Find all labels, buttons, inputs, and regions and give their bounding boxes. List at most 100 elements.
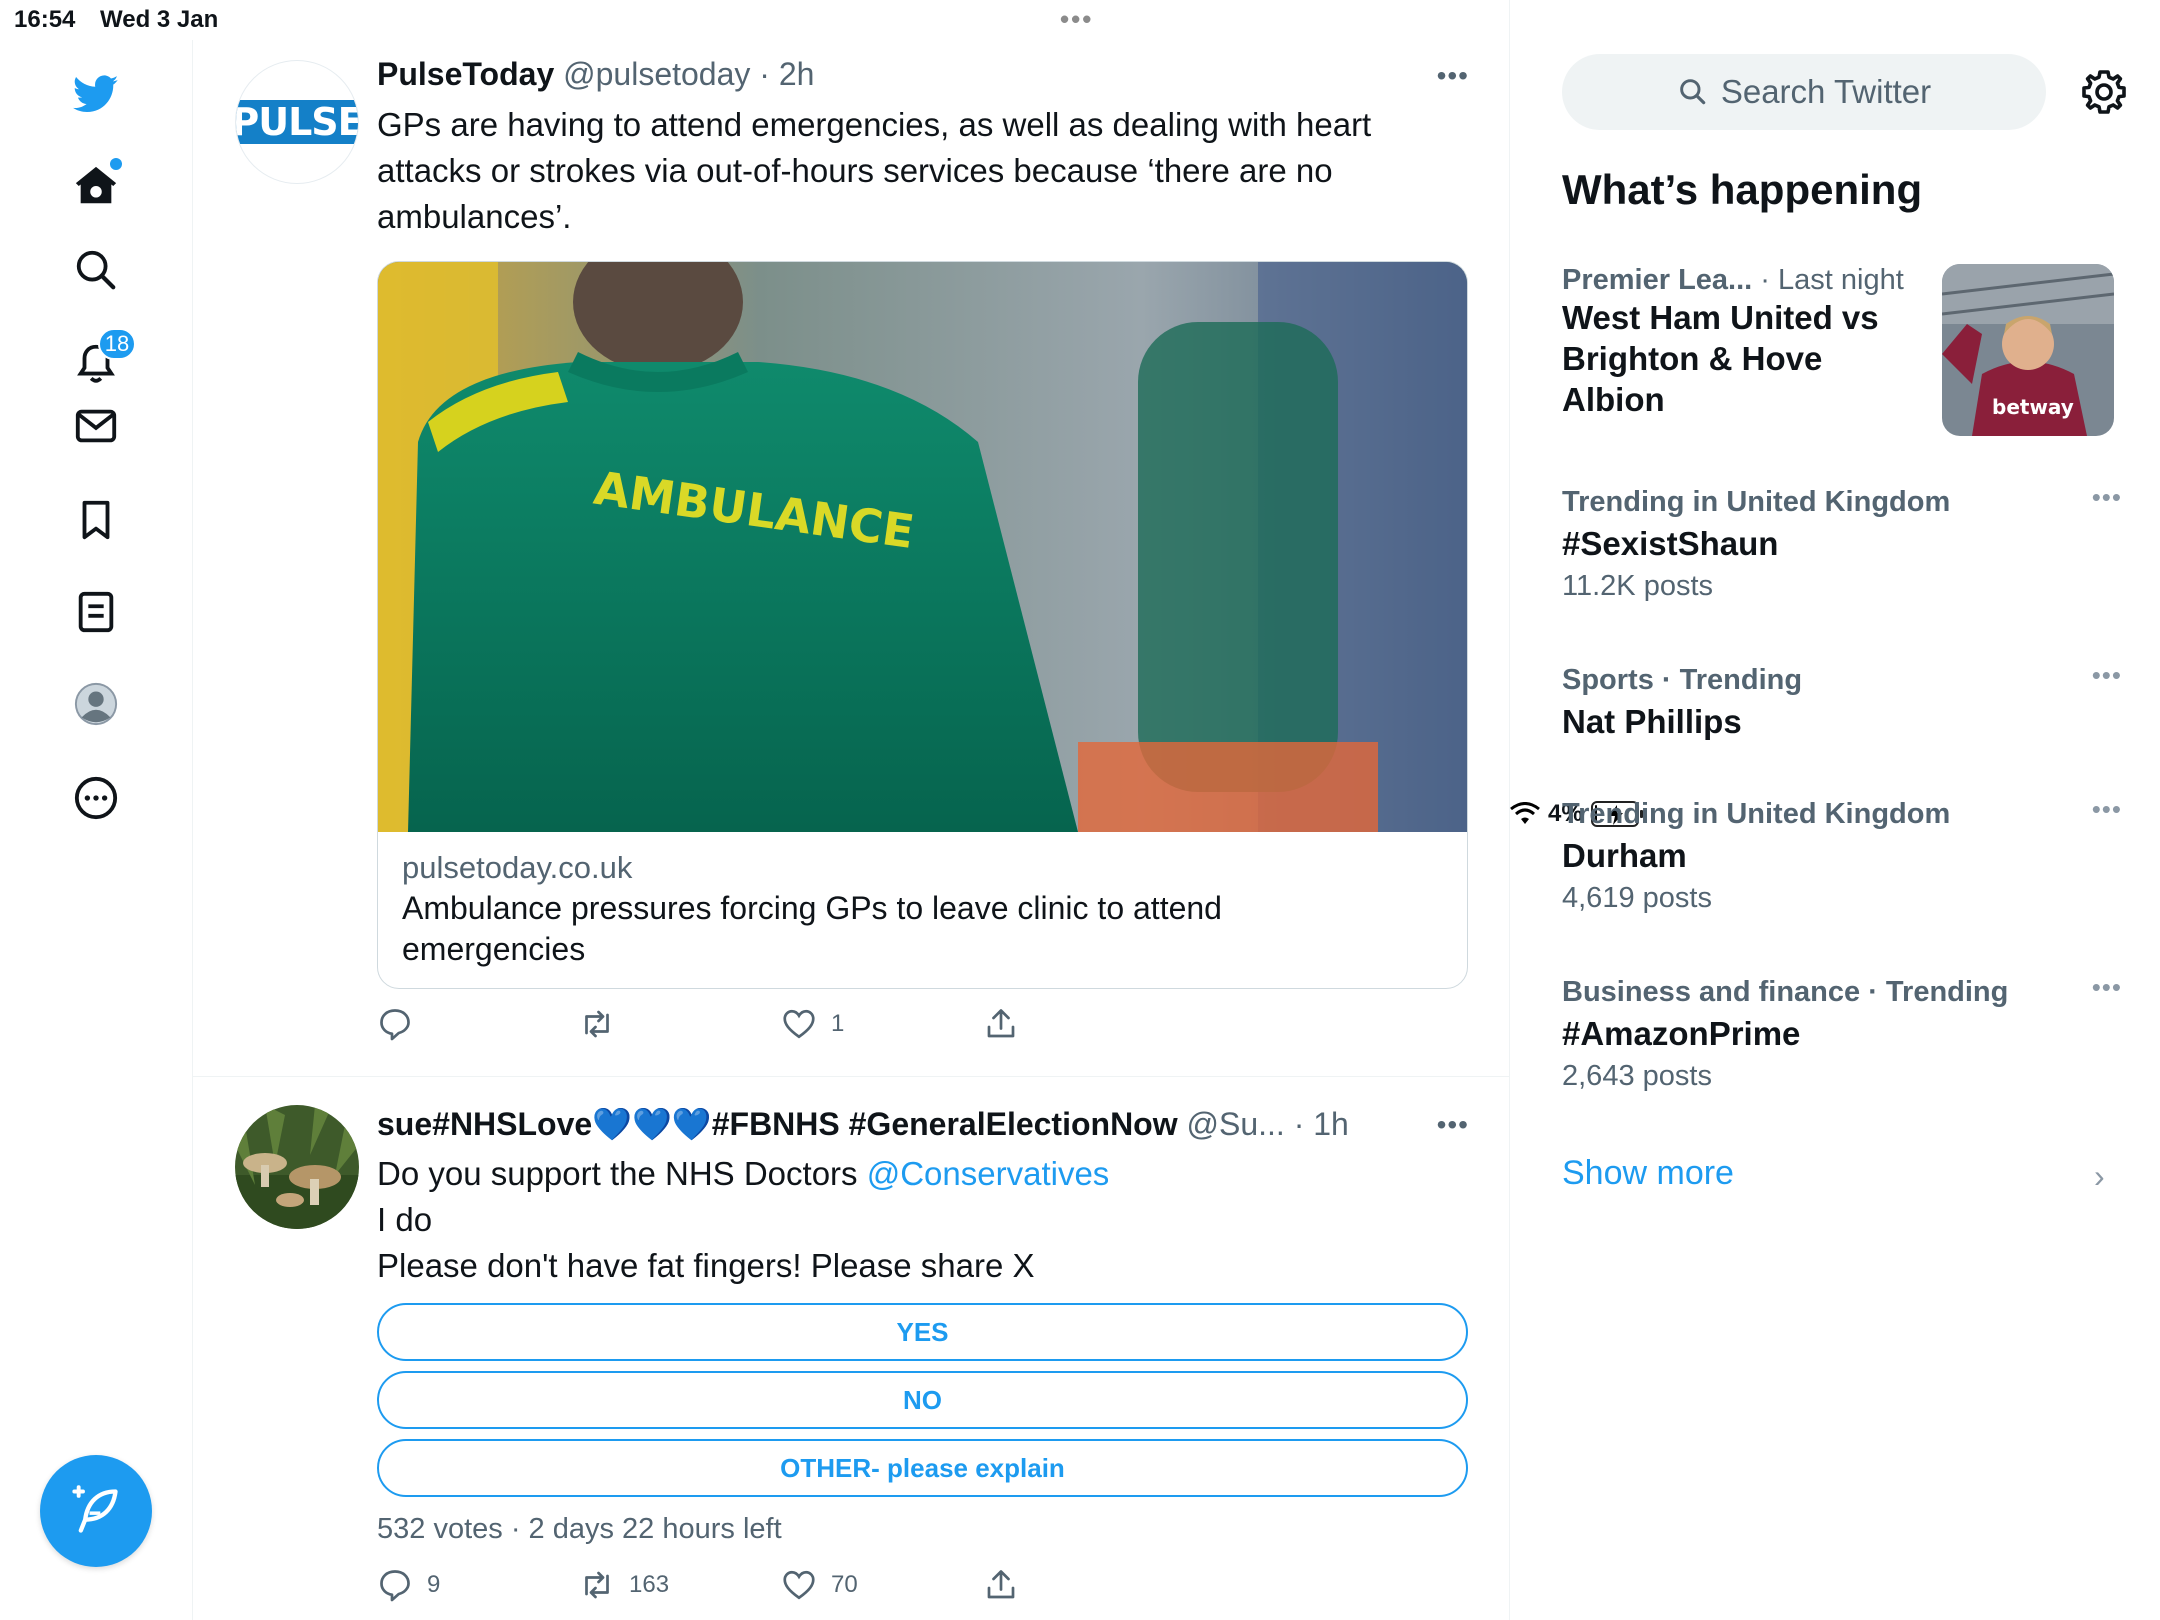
tweet-text-line: Please don't have fat fingers! Please sh…	[377, 1247, 1035, 1284]
tweet-text-line: ambulances’.	[377, 198, 572, 235]
retweet-button[interactable]	[579, 1006, 781, 1042]
notifications-bell-icon[interactable]: 18	[66, 328, 136, 394]
trend-more-icon[interactable]: •••	[2092, 482, 2122, 513]
trend-title: Durham	[1562, 837, 1687, 874]
author-handle[interactable]: @Su...	[1187, 1106, 1285, 1142]
heart-icon	[783, 1570, 815, 1600]
compose-tweet-button[interactable]	[40, 1455, 152, 1567]
author-name[interactable]: PulseToday	[377, 56, 554, 92]
trend-more-icon[interactable]: •••	[2092, 660, 2122, 691]
trend-item[interactable]: Trending in United Kingdom #SexistShaun …	[1562, 482, 2122, 603]
trend-item[interactable]: Trending in United Kingdom Durham 4,619 …	[1562, 794, 2122, 915]
share-icon	[987, 1570, 1015, 1599]
trend-more-icon[interactable]: •••	[2092, 972, 2122, 1003]
notifications-badge: 18	[98, 328, 136, 360]
more-options-icon[interactable]	[66, 768, 126, 828]
avatar[interactable]	[235, 1105, 359, 1229]
mention-link[interactable]: @Conservatives	[867, 1155, 1110, 1192]
trend-context: Trending in United Kingdom	[1562, 486, 1951, 518]
retweet-icon	[585, 1571, 609, 1599]
trend-item[interactable]: Sports · Trending Nat Phillips •••	[1562, 660, 2122, 742]
tweet-more-icon[interactable]: •••	[1437, 1109, 1469, 1141]
share-button[interactable]	[983, 1567, 1185, 1603]
trend-title: #SexistShaun	[1562, 525, 1779, 562]
card-body: pulsetoday.co.uk Ambulance pressures for…	[378, 832, 1467, 988]
share-button[interactable]	[983, 1006, 1185, 1042]
reply-count: 9	[427, 1571, 441, 1598]
tweet-text-line: Do you support the NHS Doctors @Conserva…	[377, 1151, 1109, 1197]
share-icon	[987, 1009, 1015, 1038]
like-button[interactable]: 1	[781, 1006, 983, 1042]
trend-context: Sports · Trending	[1562, 664, 1803, 696]
tweet-actions: 9 163 70	[377, 1567, 1185, 1603]
card-title-line: Ambulance pressures forcing GPs to leave…	[402, 890, 1222, 926]
compose-feather-icon	[72, 1485, 118, 1533]
retweet-count: 163	[629, 1571, 670, 1598]
explore-search-icon[interactable]	[66, 240, 126, 300]
tweet[interactable]: sue#NHSLove💙💙💙#FBNHS #GeneralElectionNow…	[193, 1077, 1509, 1620]
tweet-time[interactable]: · 2h	[759, 56, 814, 92]
twitter-logo-icon[interactable]	[66, 64, 126, 124]
tweet-text-line: I do	[377, 1201, 433, 1238]
author-handle[interactable]: @pulsetoday	[563, 56, 750, 92]
ambulance-photo: AMBULANCE	[378, 262, 1467, 832]
poll-option-other[interactable]: OTHER- please explain	[377, 1439, 1468, 1497]
trend-context-time: · Last night	[1760, 264, 1904, 296]
like-button[interactable]: 70	[781, 1567, 983, 1603]
search-icon	[1680, 79, 1706, 105]
left-nav: 18	[0, 40, 193, 1620]
search-input[interactable]: Search Twitter	[1562, 54, 2046, 130]
poll-option-yes[interactable]: YES	[377, 1303, 1468, 1361]
football-player-photo: betway	[1942, 264, 2114, 436]
settings-gear-icon[interactable]	[2080, 68, 2128, 116]
card-domain: pulsetoday.co.uk	[402, 850, 633, 885]
reply-button[interactable]: 9	[377, 1567, 579, 1603]
trend-title-line: Brighton & Hove	[1562, 340, 1823, 377]
trend-count: 11.2K posts	[1562, 570, 1714, 602]
tweet-text-segment: Do you support the NHS Doctors	[377, 1155, 858, 1192]
card-image: AMBULANCE	[378, 262, 1467, 832]
heart-icon	[783, 1009, 815, 1039]
trend-more-icon[interactable]: •••	[2092, 794, 2122, 825]
profile-avatar-icon[interactable]	[66, 674, 126, 734]
tweet-more-icon[interactable]: •••	[1437, 60, 1469, 92]
home-icon[interactable]	[66, 156, 126, 216]
right-sidebar: Search Twitter What’s happening Premier …	[1510, 0, 2160, 1620]
tweet-actions: 1	[377, 1006, 1185, 1042]
whats-happening-title: What’s happening	[1562, 166, 1923, 213]
tweet[interactable]: PULSE PulseToday @pulsetoday · 2h ••• GP…	[193, 0, 1509, 1076]
trend-item[interactable]: Premier Lea... · Last night West Ham Uni…	[1562, 264, 1942, 420]
tweet-time[interactable]: · 1h	[1294, 1106, 1349, 1142]
lists-icon[interactable]	[66, 582, 126, 642]
chevron-right-icon[interactable]: ›	[2094, 1158, 2105, 1195]
trend-count: 4,619 posts	[1562, 882, 1712, 914]
trend-title: Nat Phillips	[1562, 703, 1742, 740]
search-placeholder: Search Twitter	[1720, 73, 1932, 110]
trend-title-line: Albion	[1562, 381, 1665, 418]
like-count: 70	[831, 1571, 858, 1598]
trend-context-category: Premier Lea...	[1562, 264, 1753, 296]
avatar[interactable]: PULSE	[235, 60, 359, 184]
trend-context: Trending in United Kingdom	[1562, 798, 1951, 830]
messages-envelope-icon[interactable]	[66, 396, 126, 456]
tweet-header: sue#NHSLove💙💙💙#FBNHS #GeneralElectionNow…	[377, 1105, 1407, 1143]
trend-title: #AmazonPrime	[1562, 1015, 1801, 1052]
pulse-logo: PULSE	[236, 100, 358, 144]
tweet-text: Do you support the NHS Doctors @Conserva…	[377, 1151, 1109, 1289]
retweet-icon	[585, 1010, 609, 1038]
link-card[interactable]: AMBULANCE pulsetoday.co.uk Ambulance pre…	[377, 261, 1468, 989]
author-name[interactable]: sue#NHSLove💙💙💙#FBNHS #GeneralElectionNow	[377, 1106, 1178, 1142]
show-more-link[interactable]: Show more	[1562, 1154, 1734, 1193]
retweet-button[interactable]: 163	[579, 1567, 781, 1603]
bookmarks-icon[interactable]	[66, 490, 126, 550]
trend-context: Business and finance · Trending	[1562, 976, 2009, 1008]
trend-thumbnail[interactable]: betway	[1942, 264, 2114, 436]
reply-button[interactable]	[377, 1006, 579, 1042]
trend-item[interactable]: Business and finance · Trending #AmazonP…	[1562, 972, 2122, 1093]
thumb-sponsor: betway	[1992, 395, 2074, 419]
reply-icon	[380, 1570, 410, 1602]
poll-meta: 532 votes · 2 days 22 hours left	[377, 1513, 782, 1545]
trend-count: 2,643 posts	[1562, 1060, 1712, 1092]
poll-option-no[interactable]: NO	[377, 1371, 1468, 1429]
tweet-text: GPs are having to attend emergencies, as…	[377, 102, 1371, 240]
